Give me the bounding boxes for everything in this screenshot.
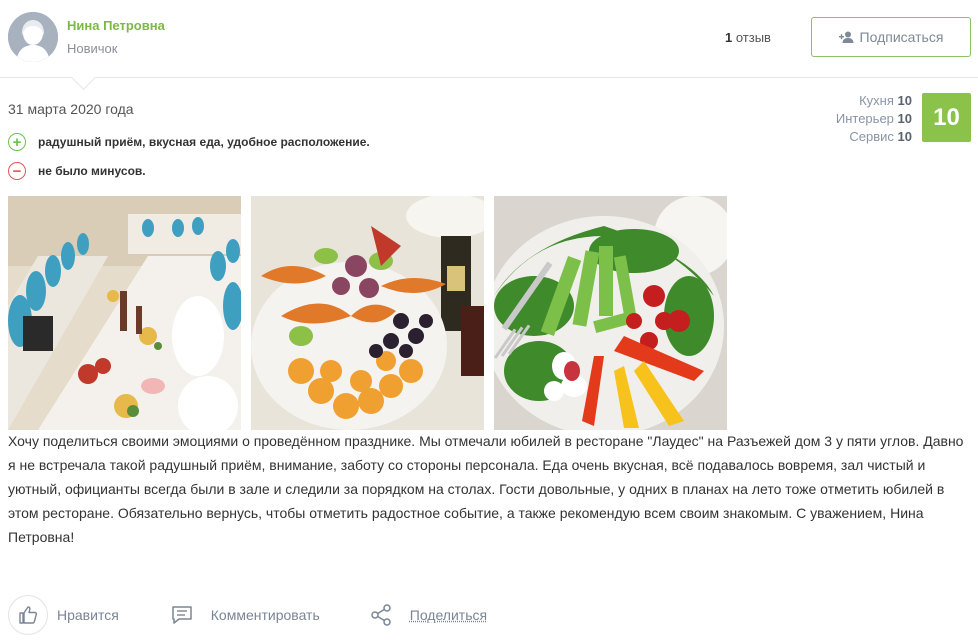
comment-button[interactable]: Комментировать — [171, 605, 320, 625]
like-button[interactable]: Нравится — [8, 595, 119, 635]
rating-breakdown: Кухня 10 Интерьер 10 Сервис 10 — [836, 92, 912, 146]
header-notch — [70, 77, 98, 91]
like-circle — [8, 595, 48, 635]
comment-label: Комментировать — [210, 607, 320, 623]
photo-fruit-plate[interactable] — [251, 196, 484, 430]
thumbs-up-icon — [19, 606, 38, 624]
review-date: 31 марта 2020 года — [8, 101, 134, 117]
review-count-word: отзыв — [735, 30, 771, 45]
total-score-badge: 10 — [922, 93, 971, 142]
minus-circle-icon: − — [8, 162, 26, 180]
add-user-icon — [838, 31, 854, 43]
like-label: Нравится — [57, 607, 119, 623]
rating-kitchen-label: Кухня — [859, 93, 894, 108]
cons-text: не было минусов. — [38, 164, 146, 178]
avatar[interactable] — [8, 12, 58, 62]
rating-service: Сервис 10 — [836, 128, 912, 146]
rating-kitchen: Кухня 10 — [836, 92, 912, 110]
rating-interior: Интерьер 10 — [836, 110, 912, 128]
subscribe-button[interactable]: Подписаться — [811, 17, 971, 57]
pros-row: + радушный приём, вкусная еда, удобное р… — [8, 133, 370, 151]
rating-interior-value: 10 — [897, 111, 912, 126]
rating-service-value: 10 — [897, 129, 912, 144]
author-rank: Новичок — [67, 41, 118, 56]
share-button[interactable]: Поделиться — [370, 604, 487, 626]
share-label: Поделиться — [409, 607, 488, 623]
review-actions: Нравится Комментировать Поделиться — [8, 595, 487, 635]
user-silhouette-icon — [8, 12, 58, 62]
pros-text: радушный приём, вкусная еда, удобное рас… — [38, 135, 370, 149]
rating-service-label: Сервис — [849, 129, 894, 144]
plus-circle-icon: + — [8, 133, 26, 151]
review-photos — [8, 196, 727, 430]
photo-vegetable-plate[interactable] — [494, 196, 727, 430]
photo-banquet-hall[interactable] — [8, 196, 241, 430]
review-text: Хочу поделиться своими эмоциями о провед… — [8, 433, 964, 545]
subscribe-label: Подписаться — [859, 29, 944, 45]
review-count: 1 отзыв — [725, 30, 771, 45]
author-name[interactable]: Нина Петровна — [67, 18, 165, 33]
rating-interior-label: Интерьер — [835, 111, 894, 126]
review-header: Нина Петровна Новичок 1 отзыв Подписатьс… — [0, 0, 978, 78]
comment-icon — [172, 606, 192, 624]
cons-row: − не было минусов. — [8, 162, 146, 180]
review-count-number: 1 — [725, 30, 733, 45]
rating-kitchen-value: 10 — [897, 93, 912, 108]
share-icon — [371, 604, 391, 626]
